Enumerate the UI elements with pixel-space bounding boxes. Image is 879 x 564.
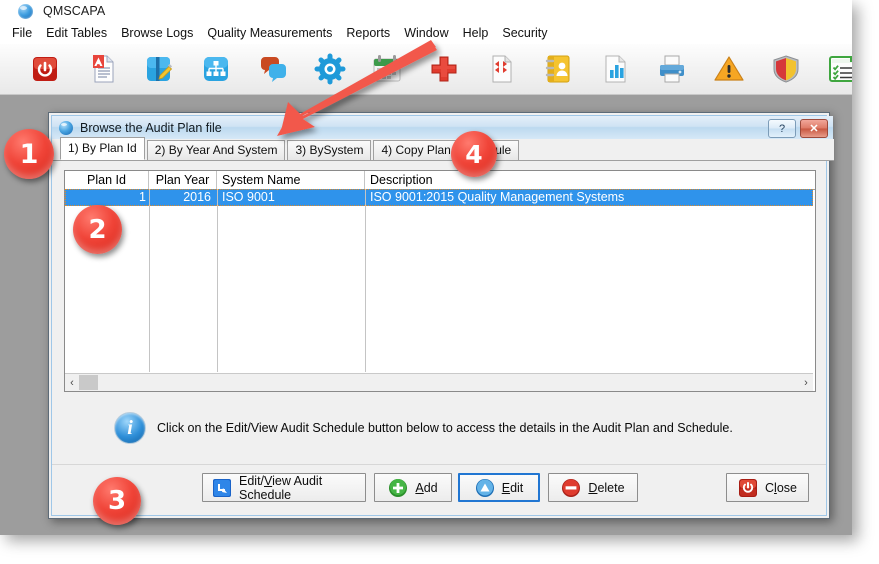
blue-arrow-down-right-icon [212,478,232,498]
delete-button[interactable]: Delete [548,473,638,502]
annotation-badge-1: 1 [4,129,54,179]
add-label: Add [415,481,437,495]
bar-chart-report-icon[interactable] [598,52,632,86]
delete-label: Delete [588,481,624,495]
browse-audit-plan-dialog: Browse the Audit Plan file ? ✕ 1) By Pla… [48,112,830,519]
mdi-client-area: Browse the Audit Plan file ? ✕ 1) By Pla… [0,95,852,535]
red-minus-icon [561,478,581,498]
screenshot-root: QMSCAPA File Edit Tables Browse Logs Qua… [0,0,879,564]
column-header-description[interactable]: Description [365,171,815,189]
dialog-inner-frame: Browse the Audit Plan file ? ✕ 1) By Pla… [51,115,827,516]
application-window: QMSCAPA File Edit Tables Browse Logs Qua… [0,0,852,535]
red-cross-add-icon[interactable] [427,52,461,86]
info-icon: i [114,412,146,444]
column-header-plan-id[interactable]: Plan Id [65,171,149,189]
close-label: Close [765,481,797,495]
annotation-badge-4: 4 [451,131,497,177]
red-power-icon [738,478,758,498]
tab-by-year-and-system[interactable]: 2) By Year And System [147,140,286,160]
close-icon[interactable]: ✕ [800,119,828,138]
table-row[interactable]: 1 2016 ISO 9001 ISO 9001:2015 Quality Ma… [65,189,813,206]
document-audit-icon[interactable] [85,52,119,86]
scroll-right-icon[interactable]: › [799,375,813,390]
menu-item-file[interactable]: File [5,24,39,42]
button-bar: Edit/View Audit Schedule Add [52,464,826,515]
notebook-pencil-icon[interactable] [142,52,176,86]
org-chart-icon[interactable] [199,52,233,86]
scrollbar-track[interactable] [98,375,799,390]
edit-label: Edit [502,481,524,495]
green-plus-icon [388,478,408,498]
address-book-icon[interactable] [541,52,575,86]
menu-item-security[interactable]: Security [495,24,554,42]
add-button[interactable]: Add [374,473,452,502]
column-header-plan-year[interactable]: Plan Year [149,171,217,189]
dialog-window-buttons: ? ✕ [768,119,828,138]
info-message: i Click on the Edit/View Audit Schedule … [114,411,804,445]
edit-button[interactable]: Edit [458,473,540,502]
menu-item-browse-logs[interactable]: Browse Logs [114,24,200,42]
calendar-icon[interactable] [370,52,404,86]
globe-icon [18,4,33,19]
tab-strip: 1) By Plan Id 2) By Year And System 3) B… [52,139,834,161]
checklist-icon[interactable] [826,52,852,86]
app-title-bar: QMSCAPA [0,0,852,22]
menu-item-window[interactable]: Window [397,24,455,42]
globe-icon [59,121,73,135]
help-button[interactable]: ? [768,119,796,138]
tab-copy-plan-schedule[interactable]: 4) Copy Plan +Schedule [373,140,519,160]
grid-header-row: Plan Id Plan Year System Name Descriptio… [65,171,815,190]
gear-settings-icon[interactable] [313,52,347,86]
scroll-left-icon[interactable]: ‹ [65,375,79,390]
cell-plan-id: 1 [65,189,149,206]
chat-bubbles-icon[interactable] [256,52,290,86]
power-exit-icon[interactable] [28,52,62,86]
menu-item-edit-tables[interactable]: Edit Tables [39,24,114,42]
horizontal-scrollbar[interactable]: ‹ › [65,373,813,391]
warning-triangle-icon[interactable] [712,52,746,86]
close-dialog-button[interactable]: Close [726,473,809,502]
document-move-icon[interactable] [484,52,518,86]
cell-system-name: ISO 9001 [217,189,365,206]
printer-icon[interactable] [655,52,689,86]
cell-description: ISO 9001:2015 Quality Management Systems [365,189,813,206]
grid-body: 1 2016 ISO 9001 ISO 9001:2015 Quality Ma… [65,189,813,372]
menu-bar: File Edit Tables Browse Logs Quality Mea… [0,22,852,44]
scrollbar-thumb[interactable] [79,375,98,390]
blue-triangle-icon [475,478,495,498]
annotation-badge-3: 3 [93,477,141,525]
menu-item-quality-measurements[interactable]: Quality Measurements [200,24,339,42]
edit-view-audit-schedule-label: Edit/View Audit Schedule [239,474,356,502]
dialog-title-bar: Browse the Audit Plan file ? ✕ [52,116,833,139]
toolbar [0,44,852,95]
edit-view-audit-schedule-button[interactable]: Edit/View Audit Schedule [202,473,366,502]
menu-item-reports[interactable]: Reports [339,24,397,42]
shield-security-icon[interactable] [769,52,803,86]
audit-plan-grid[interactable]: Plan Id Plan Year System Name Descriptio… [64,170,816,392]
app-title: QMSCAPA [43,4,105,18]
menu-item-help[interactable]: Help [456,24,496,42]
cell-plan-year: 2016 [149,189,217,206]
dialog-title: Browse the Audit Plan file [80,121,222,135]
tab-by-system[interactable]: 3) BySystem [287,140,371,160]
info-text: Click on the Edit/View Audit Schedule bu… [157,421,733,435]
tab-by-plan-id[interactable]: 1) By Plan Id [60,137,145,160]
annotation-badge-2: 2 [73,205,122,254]
column-header-system-name[interactable]: System Name [217,171,365,189]
